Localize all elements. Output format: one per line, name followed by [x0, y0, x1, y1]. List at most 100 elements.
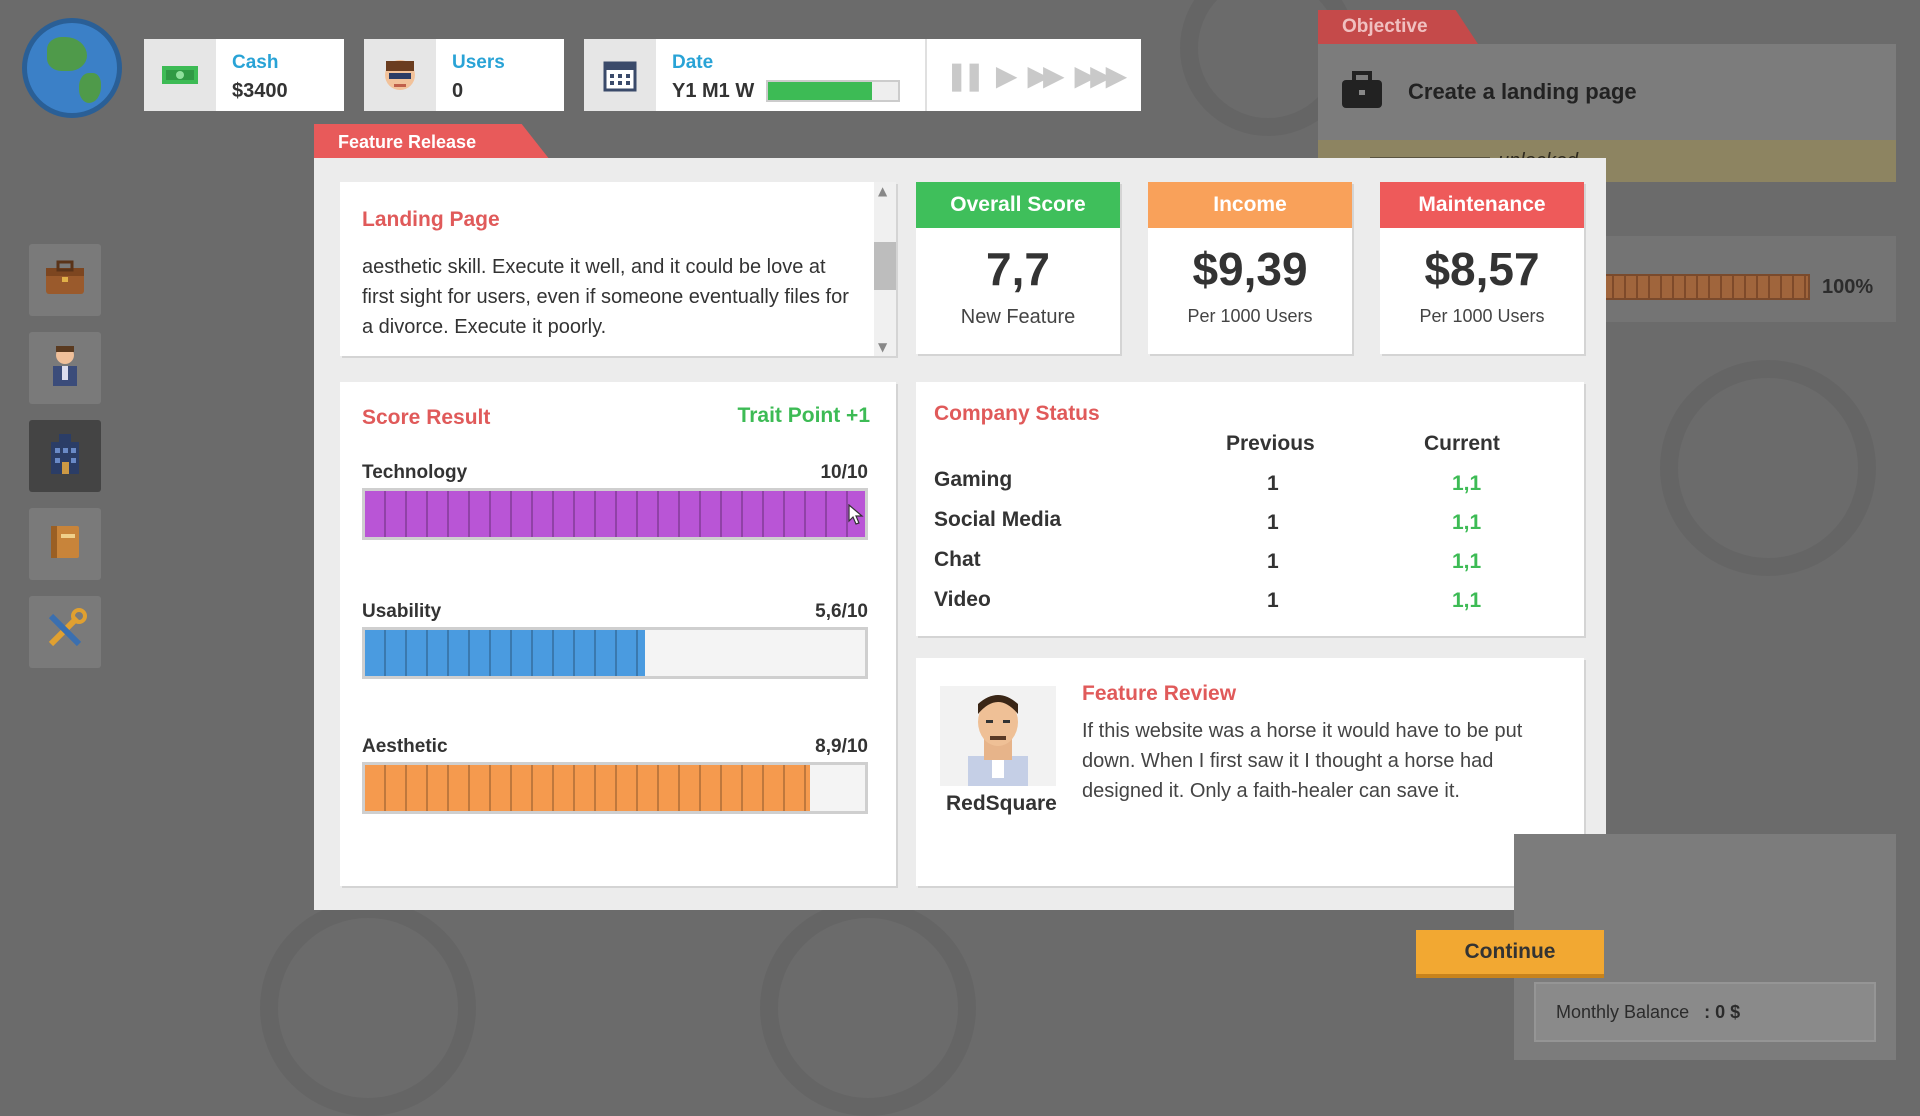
- trait-point: Trait Point +1: [737, 404, 870, 427]
- income-card: Income $9,39 Per 1000 Users: [1148, 182, 1352, 354]
- reviewer-name: RedSquare: [946, 792, 1057, 815]
- score-row-aesthetic: Aesthetic 8,9/10: [362, 736, 868, 814]
- fast-forward-button[interactable]: ▶▶: [1027, 59, 1064, 92]
- objective-tab[interactable]: Objective: [1318, 10, 1478, 44]
- week-progress-fill: [768, 82, 873, 100]
- score-value: 5,6/10: [815, 601, 868, 622]
- cash-panel: Cash $3400: [144, 39, 344, 111]
- overall-score-card: Overall Score 7,7 New Feature: [916, 182, 1120, 354]
- feature-description-card: Landing Page aesthetic skill. Execute it…: [340, 182, 896, 356]
- maintenance-card: Maintenance $8,57 Per 1000 Users: [1380, 182, 1584, 354]
- score-bar: [362, 627, 868, 679]
- calendar-icon: [584, 39, 656, 111]
- overall-score-header: Overall Score: [916, 182, 1120, 228]
- feature-release-tab: Feature Release: [314, 124, 550, 160]
- feature-review-text: If this website was a horse it would hav…: [1082, 720, 1523, 802]
- feature-description: aesthetic skill. Execute it well, and it…: [362, 256, 849, 338]
- user-face-icon: [364, 39, 436, 111]
- cash-label: Cash: [232, 52, 279, 73]
- score-name: Aesthetic: [362, 736, 448, 757]
- objective-progress-fill: [1602, 276, 1808, 298]
- briefcase-icon: [44, 260, 86, 300]
- score-row-usability: Usability 5,6/10: [362, 601, 868, 679]
- objective-percent: 100%: [1822, 276, 1874, 298]
- feature-title: Landing Page: [362, 208, 500, 231]
- date-value: Y1 M1 W: [672, 80, 755, 102]
- income-value: $9,39: [1192, 243, 1308, 295]
- book-icon: [47, 522, 83, 566]
- col-previous-header: Previous: [1226, 432, 1315, 455]
- mouse-cursor-icon: [848, 503, 864, 530]
- maintenance-value: $8,57: [1424, 243, 1540, 295]
- monthly-balance-value: : 0 $: [1704, 1002, 1741, 1022]
- score-row-technology: Technology 10/10: [362, 462, 868, 540]
- reviewer-avatar: [940, 686, 1056, 786]
- users-value: 0: [452, 80, 464, 102]
- overall-score-value: 7,7: [986, 243, 1050, 295]
- sidebar-item-employees[interactable]: [29, 332, 101, 404]
- users-label: Users: [452, 52, 505, 73]
- week-progress-bar: [766, 80, 901, 102]
- status-row-previous: 1: [1267, 511, 1279, 534]
- sidebar-item-book[interactable]: [29, 508, 101, 580]
- score-value: 8,9/10: [815, 736, 868, 757]
- monthly-balance: Monthly Balance : 0 $: [1534, 982, 1876, 1042]
- globe-icon[interactable]: [22, 18, 122, 118]
- status-row-name: Gaming: [934, 468, 1013, 491]
- feature-review-card: RedSquare Feature Review If this website…: [916, 658, 1584, 886]
- status-row-name: Chat: [934, 548, 981, 571]
- score-value: 10/10: [820, 462, 868, 483]
- income-header: Income: [1148, 182, 1352, 228]
- status-row-current: 1,1: [1452, 511, 1482, 534]
- monthly-balance-label: Monthly Balance: [1556, 1002, 1690, 1022]
- score-result-title: Score Result: [362, 406, 491, 429]
- score-bar: [362, 762, 868, 814]
- maintenance-header: Maintenance: [1380, 182, 1584, 228]
- sidebar-item-office[interactable]: [29, 420, 101, 492]
- bg-watermark: [260, 900, 476, 1116]
- scroll-thumb[interactable]: [874, 242, 896, 290]
- objective-box: Create a landing page: [1318, 44, 1896, 140]
- col-current-header: Current: [1424, 432, 1500, 455]
- status-row-current: 1,1: [1452, 550, 1482, 573]
- play-button[interactable]: ▶: [996, 59, 1017, 92]
- score-result-card: Score Result Trait Point +1 Technology 1…: [340, 382, 896, 886]
- status-row-name: Video: [934, 588, 991, 611]
- scroll-down-icon[interactable]: ▼: [878, 340, 887, 354]
- scroll-up-icon[interactable]: ▲: [878, 184, 887, 198]
- score-name: Usability: [362, 601, 442, 622]
- status-row-previous: 1: [1267, 472, 1279, 495]
- company-status-card: Company Status Previous Current Gaming 1…: [916, 382, 1584, 636]
- sidebar-item-tools[interactable]: [29, 596, 101, 668]
- tools-icon: [43, 608, 87, 656]
- sidebar-item-projects[interactable]: [29, 244, 101, 316]
- fastest-button[interactable]: ▶▶▶: [1075, 59, 1128, 92]
- overall-score-sub: New Feature: [960, 306, 1076, 328]
- continue-button[interactable]: Continue: [1416, 930, 1604, 978]
- income-sub: Per 1000 Users: [1187, 306, 1313, 326]
- maintenance-sub: Per 1000 Users: [1419, 306, 1545, 326]
- feature-review-title: Feature Review: [1082, 682, 1237, 705]
- users-panel: Users 0: [364, 39, 564, 111]
- date-panel: Date Y1 M1 W: [584, 39, 925, 111]
- score-bar: [362, 488, 868, 540]
- status-row-current: 1,1: [1452, 472, 1482, 495]
- office-building-icon: [45, 432, 85, 480]
- employee-icon: [48, 344, 82, 392]
- score-name: Technology: [362, 462, 468, 483]
- speed-controls: ❚❚ ▶ ▶▶ ▶▶▶: [925, 39, 1141, 111]
- status-row-previous: 1: [1267, 550, 1279, 573]
- status-row-name: Social Media: [934, 508, 1062, 531]
- objective-progress-bar: [1600, 274, 1810, 300]
- cash-value: $3400: [232, 80, 288, 102]
- pause-button[interactable]: ❚❚: [945, 59, 986, 92]
- bg-watermark: [1660, 360, 1876, 576]
- status-row-current: 1,1: [1452, 589, 1482, 612]
- company-status-title: Company Status: [934, 402, 1100, 425]
- description-scrollbar[interactable]: ▲ ▼: [874, 182, 896, 356]
- score-bar-fill: [365, 765, 810, 811]
- status-row-previous: 1: [1267, 589, 1279, 612]
- score-bar-fill: [365, 630, 645, 676]
- bg-watermark: [760, 900, 976, 1116]
- date-label: Date: [672, 52, 714, 73]
